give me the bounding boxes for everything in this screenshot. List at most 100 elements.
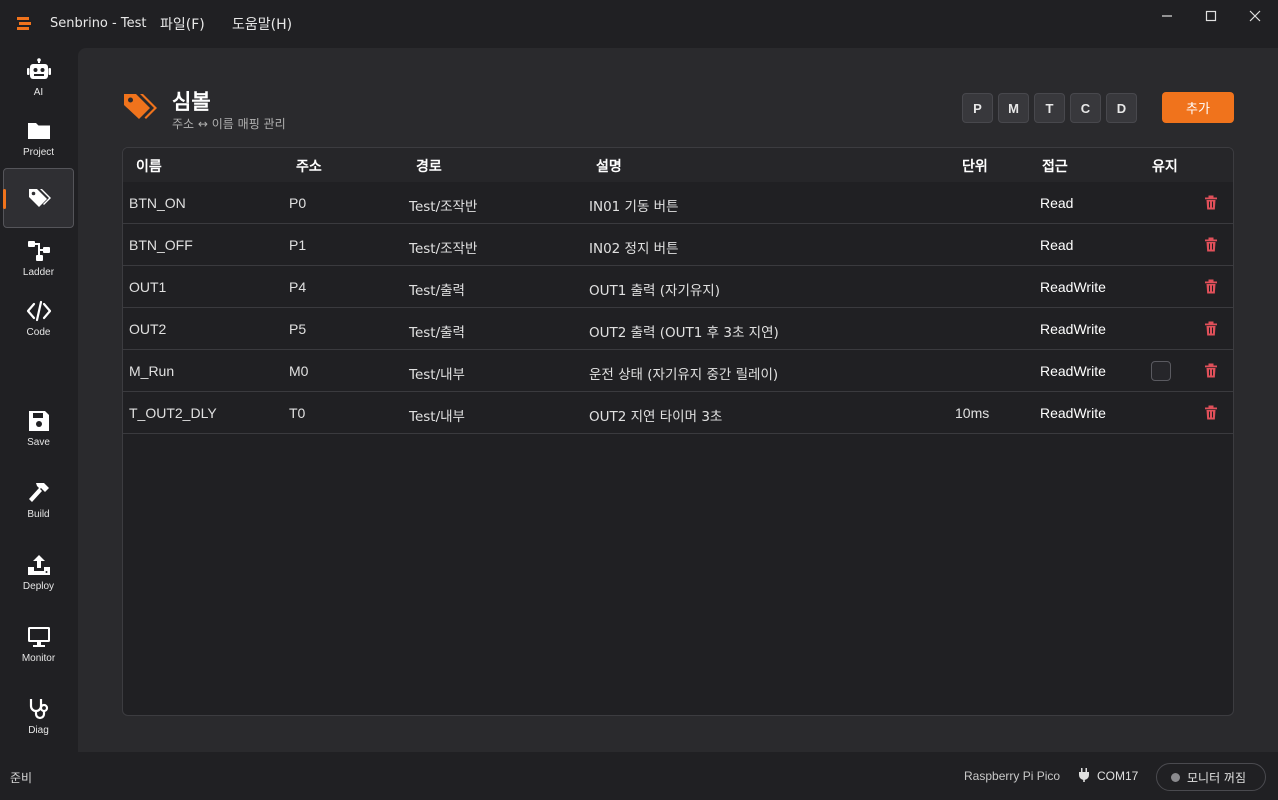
app-logo-icon	[17, 17, 31, 30]
status-text: 준비	[10, 771, 33, 785]
cell-name[interactable]: BTN_ON	[129, 195, 186, 211]
minimize-button[interactable]	[1144, 0, 1190, 32]
maximize-icon	[1205, 10, 1217, 22]
sidebar-item-label: Save	[27, 437, 50, 448]
cell-access[interactable]: ReadWrite	[1040, 321, 1106, 337]
plug-icon	[1079, 768, 1089, 782]
cell-path[interactable]: Test/출력	[409, 321, 465, 341]
cell-unit[interactable]: 10ms	[955, 405, 989, 421]
table-row[interactable]: BTN_OFF P1 Test/조작반 IN02 정지 버튼 Read	[123, 224, 1233, 266]
table-row[interactable]: BTN_ON P0 Test/조작반 IN01 기동 버튼 Read	[123, 182, 1233, 224]
main-panel: 심볼 주소 ↔ 이름 매핑 관리 P M T C D 추가 이름 주소 경로 설…	[78, 48, 1278, 752]
sidebar-item-save[interactable]: Save	[3, 398, 74, 458]
filter-p-button[interactable]: P	[962, 93, 993, 123]
cell-name[interactable]: BTN_OFF	[129, 237, 193, 253]
column-header-name[interactable]: 이름	[136, 156, 162, 176]
column-header-address[interactable]: 주소	[296, 156, 322, 176]
sidebar-item-deploy[interactable]: Deploy	[3, 542, 74, 602]
cell-address[interactable]: T0	[289, 405, 305, 421]
cell-description[interactable]: OUT2 지연 타이머 3초	[589, 405, 722, 425]
cell-description[interactable]: OUT1 출력 (자기유지)	[589, 279, 720, 299]
column-header-path[interactable]: 경로	[416, 156, 442, 176]
monitor-toggle[interactable]: 모니터 꺼짐	[1156, 763, 1266, 791]
cell-address[interactable]: P1	[289, 237, 306, 253]
cell-address[interactable]: M0	[289, 363, 308, 379]
menu-file[interactable]: 파일(F)	[160, 14, 205, 34]
cell-name[interactable]: OUT1	[129, 279, 166, 295]
table-row[interactable]: OUT1 P4 Test/출력 OUT1 출력 (자기유지) ReadWrite	[123, 266, 1233, 308]
sidebar-item-code[interactable]: Code	[3, 288, 74, 348]
add-symbol-button[interactable]: 추가	[1162, 92, 1234, 123]
maximize-button[interactable]	[1188, 0, 1234, 32]
cell-path[interactable]: Test/출력	[409, 279, 465, 299]
delete-icon[interactable]	[1204, 363, 1218, 378]
table-header: 이름 주소 경로 설명 단위 접근 유지	[123, 148, 1233, 182]
delete-icon[interactable]	[1204, 279, 1218, 294]
column-header-description[interactable]: 설명	[596, 156, 622, 176]
hammer-icon	[28, 483, 49, 502]
save-icon	[28, 411, 49, 431]
close-icon	[1249, 10, 1261, 22]
sidebar-item-monitor[interactable]: Monitor	[3, 614, 74, 674]
cell-access[interactable]: Read	[1040, 195, 1073, 211]
table-row[interactable]: M_Run M0 Test/내부 운전 상태 (자기유지 중간 릴레이) ReadWri…	[123, 350, 1233, 392]
close-button[interactable]	[1232, 0, 1278, 32]
sidebar-item-label: Monitor	[21, 653, 56, 664]
filter-m-button[interactable]: M	[998, 93, 1029, 123]
cell-name[interactable]: M_Run	[129, 363, 174, 379]
status-dot-icon	[1171, 772, 1180, 782]
status-bar: 준비 Raspberry Pi Pico COM17 모니터 꺼짐	[0, 752, 1278, 800]
cell-name[interactable]: T_OUT2_DLY	[129, 405, 217, 421]
delete-icon[interactable]	[1204, 237, 1218, 252]
cell-description[interactable]: IN02 정지 버튼	[589, 237, 679, 257]
column-header-access[interactable]: 접근	[1042, 156, 1068, 176]
sidebar-item-label: Code	[26, 327, 51, 338]
cell-description[interactable]: OUT2 출력 (OUT1 후 3초 지연)	[589, 321, 779, 341]
window-title: Senbrino - Test	[50, 16, 147, 31]
cell-access[interactable]: ReadWrite	[1040, 279, 1106, 295]
cell-description[interactable]: IN01 기동 버튼	[589, 195, 679, 215]
robot-icon	[26, 58, 51, 79]
cell-path[interactable]: Test/조작반	[409, 195, 477, 215]
column-header-retain[interactable]: 유지	[1152, 156, 1178, 176]
cell-path[interactable]: Test/내부	[409, 405, 465, 425]
cell-path[interactable]: Test/조작반	[409, 237, 477, 257]
delete-icon[interactable]	[1204, 405, 1218, 420]
title-bar: Senbrino - Test 파일(F) 도움말(H)	[0, 0, 1278, 48]
filter-t-button[interactable]: T	[1034, 93, 1065, 123]
sidebar-item-symbols[interactable]	[3, 168, 74, 228]
table-row[interactable]: T_OUT2_DLY T0 Test/내부 OUT2 지연 타이머 3초 10ms Rea…	[123, 392, 1233, 434]
minimize-icon	[1162, 15, 1172, 17]
port-name[interactable]: COM17	[1097, 769, 1138, 783]
symbol-table: 이름 주소 경로 설명 단위 접근 유지 BTN_ON P0 Test/조작반 IN0…	[122, 147, 1234, 716]
sidebar-item-diag[interactable]: Diag	[3, 686, 74, 746]
cell-access[interactable]: ReadWrite	[1040, 405, 1106, 421]
monitor-status-label: 모니터 꺼짐	[1187, 770, 1247, 785]
sidebar-item-label: Deploy	[22, 581, 55, 592]
sidebar-item-label: Ladder	[22, 267, 55, 278]
tags-icon	[28, 189, 51, 207]
table-row[interactable]: OUT2 P5 Test/출력 OUT2 출력 (OUT1 후 3초 지연) ReadW…	[123, 308, 1233, 350]
sidebar-item-project[interactable]: Project	[3, 108, 74, 168]
sidebar-item-build[interactable]: Build	[3, 470, 74, 530]
sidebar-item-ai[interactable]: AI	[3, 48, 74, 108]
cell-address[interactable]: P5	[289, 321, 306, 337]
board-name[interactable]: Raspberry Pi Pico	[964, 769, 1060, 783]
cell-access[interactable]: ReadWrite	[1040, 363, 1106, 379]
sidebar-item-label: AI	[33, 87, 44, 98]
cell-access[interactable]: Read	[1040, 237, 1073, 253]
sidebar-item-ladder[interactable]: Ladder	[3, 228, 74, 288]
retain-checkbox[interactable]	[1151, 361, 1171, 381]
upload-icon	[27, 555, 50, 575]
cell-address[interactable]: P4	[289, 279, 306, 295]
cell-description[interactable]: 운전 상태 (자기유지 중간 릴레이)	[589, 363, 778, 383]
menu-help[interactable]: 도움말(H)	[232, 14, 292, 34]
column-header-unit[interactable]: 단위	[962, 156, 988, 176]
filter-c-button[interactable]: C	[1070, 93, 1101, 123]
cell-address[interactable]: P0	[289, 195, 306, 211]
cell-path[interactable]: Test/내부	[409, 363, 465, 383]
delete-icon[interactable]	[1204, 195, 1218, 210]
delete-icon[interactable]	[1204, 321, 1218, 336]
filter-d-button[interactable]: D	[1106, 93, 1137, 123]
cell-name[interactable]: OUT2	[129, 321, 166, 337]
